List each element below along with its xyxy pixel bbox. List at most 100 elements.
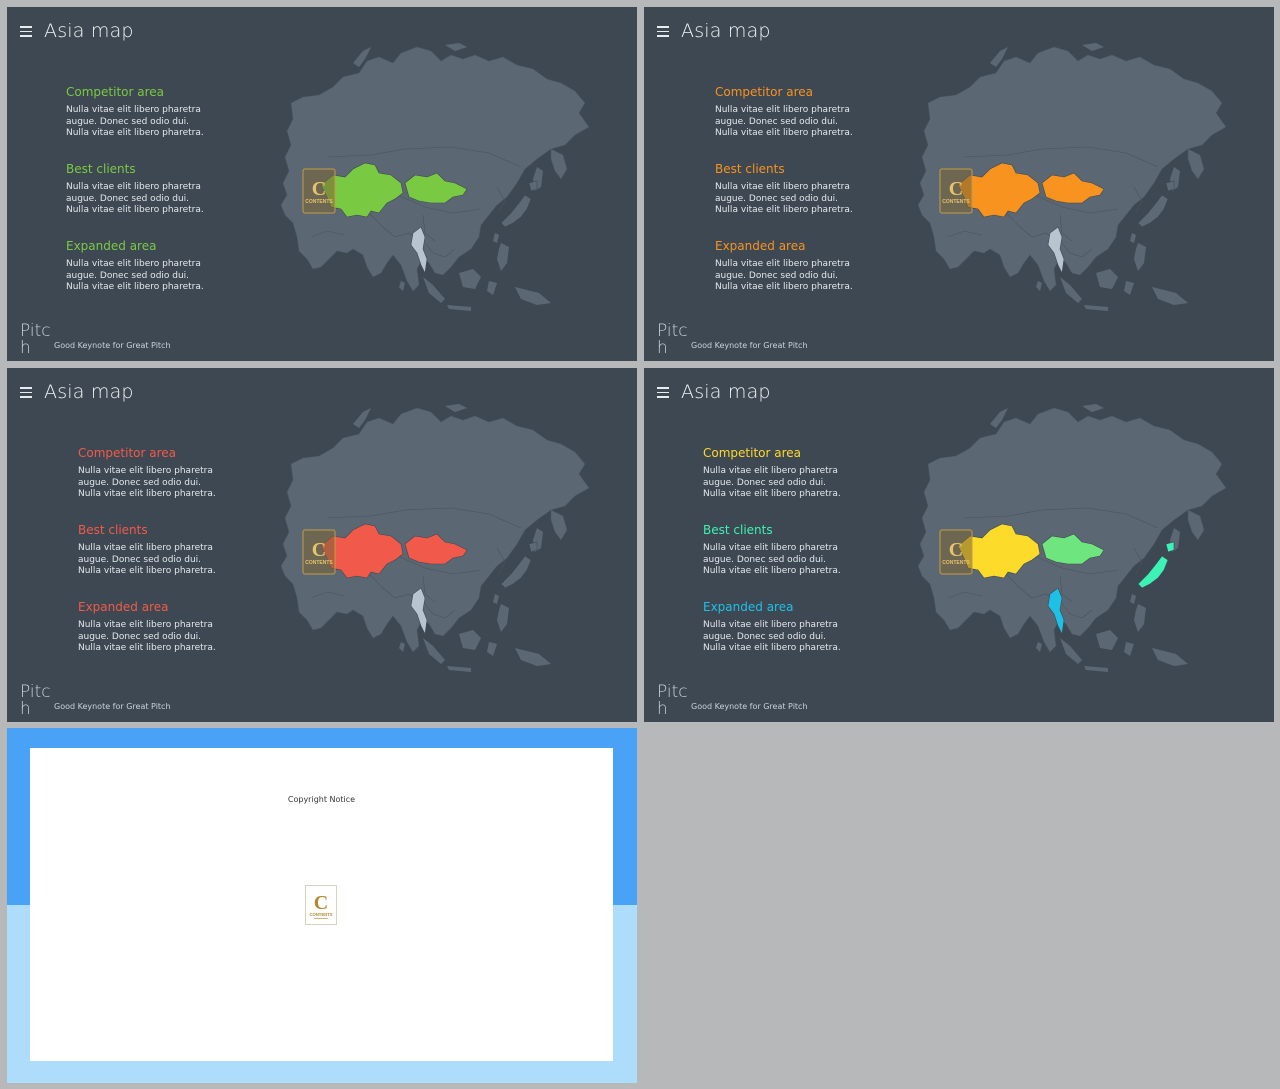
slide-5-thumbnail[interactable]: Copyright Notice C CONTENTS: [7, 728, 637, 1083]
body-line: Nulla vitae elit libero pharetra: [78, 466, 213, 476]
philippines: [1134, 243, 1146, 271]
body-line: Nulla vitae elit libero pharetra.: [703, 643, 841, 653]
body-line: Nulla vitae elit libero pharetra.: [715, 282, 853, 292]
sumatra: [1060, 277, 1082, 303]
badge-text: CONTENTS: [942, 199, 970, 205]
info-list: Competitor area Nulla vitae elit libero …: [703, 446, 893, 677]
info-item-competitor: Competitor area Nulla vitae elit libero …: [66, 85, 256, 162]
body-line: augue. Donec sed odio dui.: [78, 554, 202, 565]
sumatra: [423, 277, 445, 303]
kamchatka: [550, 509, 568, 541]
info-item-expanded: Expanded area Nulla vitae elit libero ph…: [66, 239, 256, 316]
new-guinea: [1152, 287, 1188, 305]
hokkaido-region: [1165, 180, 1175, 192]
sulawesi: [1124, 281, 1134, 295]
sulawesi: [1124, 642, 1134, 656]
info-heading: Expanded area: [66, 239, 157, 253]
slide-title: Asia map: [44, 381, 134, 403]
info-item-expanded: Expanded area Nulla vitae elit libero ph…: [703, 600, 893, 677]
asia-map: C CONTENTS: [275, 398, 591, 688]
info-body: Nulla vitae elit libero pharetra augue. …: [703, 543, 893, 578]
info-body: Nulla vitae elit libero pharetra augue. …: [715, 182, 905, 217]
borneo: [1096, 630, 1118, 650]
body-line: Nulla vitae elit libero pharetra: [703, 620, 838, 630]
new-guinea: [515, 648, 551, 666]
copyright-title: Copyright Notice: [287, 795, 356, 804]
sri-lanka: [1036, 281, 1042, 291]
body-line: Nulla vitae elit libero pharetra: [66, 259, 201, 269]
new-guinea: [515, 287, 551, 305]
hokkaido-region: [528, 541, 538, 553]
brand-wordmark: Pitch: [20, 682, 51, 719]
badge-letter: C: [312, 539, 326, 561]
body-line: augue. Donec sed odio dui.: [715, 270, 839, 281]
taiwan: [493, 233, 499, 243]
info-heading: Expanded area: [703, 600, 794, 614]
info-item-best-clients: Best clients Nulla vitae elit libero pha…: [66, 162, 256, 239]
info-body: Nulla vitae elit libero pharetra augue. …: [703, 466, 893, 501]
menu-icon[interactable]: [657, 25, 669, 37]
hokkaido-region: [1165, 541, 1175, 553]
brand-tagline: Good Keynote for Great Pitch: [54, 341, 171, 350]
body-line: Nulla vitae elit libero pharetra.: [66, 128, 204, 138]
contents-badge: C CONTENTS: [939, 168, 973, 214]
badge-letter: C: [312, 178, 326, 200]
info-list: Competitor area Nulla vitae elit libero …: [715, 85, 905, 316]
info-body: Nulla vitae elit libero pharetra augue. …: [78, 620, 268, 655]
menu-icon[interactable]: [20, 386, 32, 398]
body-line: Nulla vitae elit libero pharetra.: [78, 643, 216, 653]
philippines: [497, 604, 509, 632]
taiwan: [1130, 594, 1136, 604]
body-line: Nulla vitae elit libero pharetra.: [715, 205, 853, 215]
northern-islands: [445, 43, 467, 51]
slide-1-thumbnail[interactable]: Asia map Competitor area Nulla vitae eli…: [7, 7, 637, 361]
slide-4-thumbnail[interactable]: Asia map Competitor area Nulla vitae eli…: [644, 368, 1274, 722]
logo-letter: C: [314, 892, 328, 914]
philippines: [497, 243, 509, 271]
info-heading: Expanded area: [78, 600, 169, 614]
info-body: Nulla vitae elit libero pharetra augue. …: [66, 105, 256, 140]
info-heading: Expanded area: [715, 239, 806, 253]
sulawesi: [487, 281, 497, 295]
northern-islands: [445, 404, 467, 412]
borneo: [459, 269, 481, 289]
borneo: [459, 630, 481, 650]
body-line: augue. Donec sed odio dui.: [703, 631, 827, 642]
copyright-panel: Copyright Notice C CONTENTS: [30, 748, 613, 1061]
kamchatka: [550, 148, 568, 180]
sri-lanka: [1036, 642, 1042, 652]
menu-icon[interactable]: [657, 386, 669, 398]
body-line: augue. Donec sed odio dui.: [66, 116, 190, 127]
badge-text: CONTENTS: [942, 560, 970, 566]
info-heading: Best clients: [66, 162, 136, 176]
menu-icon[interactable]: [20, 25, 32, 37]
taiwan: [493, 594, 499, 604]
slide-title: Asia map: [681, 20, 771, 42]
slide-title: Asia map: [681, 381, 771, 403]
body-line: Nulla vitae elit libero pharetra: [715, 182, 850, 192]
badge-text: CONTENTS: [305, 560, 333, 566]
contents-badge: C CONTENTS: [302, 168, 336, 214]
info-heading: Best clients: [703, 523, 773, 537]
info-item-best-clients: Best clients Nulla vitae elit libero pha…: [78, 523, 268, 600]
info-heading: Competitor area: [66, 85, 165, 99]
brand-wordmark: Pitch: [20, 321, 51, 358]
body-line: augue. Donec sed odio dui.: [78, 477, 202, 488]
philippines: [1134, 604, 1146, 632]
info-item-competitor: Competitor area Nulla vitae elit libero …: [78, 446, 268, 523]
info-item-expanded: Expanded area Nulla vitae elit libero ph…: [78, 600, 268, 677]
asia-map: C CONTENTS: [912, 37, 1228, 327]
japan-region: [1137, 194, 1169, 228]
sulawesi: [487, 642, 497, 656]
java: [1084, 666, 1108, 672]
brand-tagline: Good Keynote for Great Pitch: [691, 702, 808, 711]
asia-map: C CONTENTS: [912, 398, 1228, 688]
brand-wordmark: Pitch: [657, 682, 688, 719]
body-line: Nulla vitae elit libero pharetra.: [703, 566, 841, 576]
body-line: augue. Donec sed odio dui.: [66, 193, 190, 204]
slide-3-thumbnail[interactable]: Asia map Competitor area Nulla vitae eli…: [7, 368, 637, 722]
body-line: augue. Donec sed odio dui.: [703, 554, 827, 565]
info-item-expanded: Expanded area Nulla vitae elit libero ph…: [715, 239, 905, 316]
logo-text: CONTENTS: [309, 912, 332, 917]
slide-2-thumbnail[interactable]: Asia map Competitor area Nulla vitae eli…: [644, 7, 1274, 361]
